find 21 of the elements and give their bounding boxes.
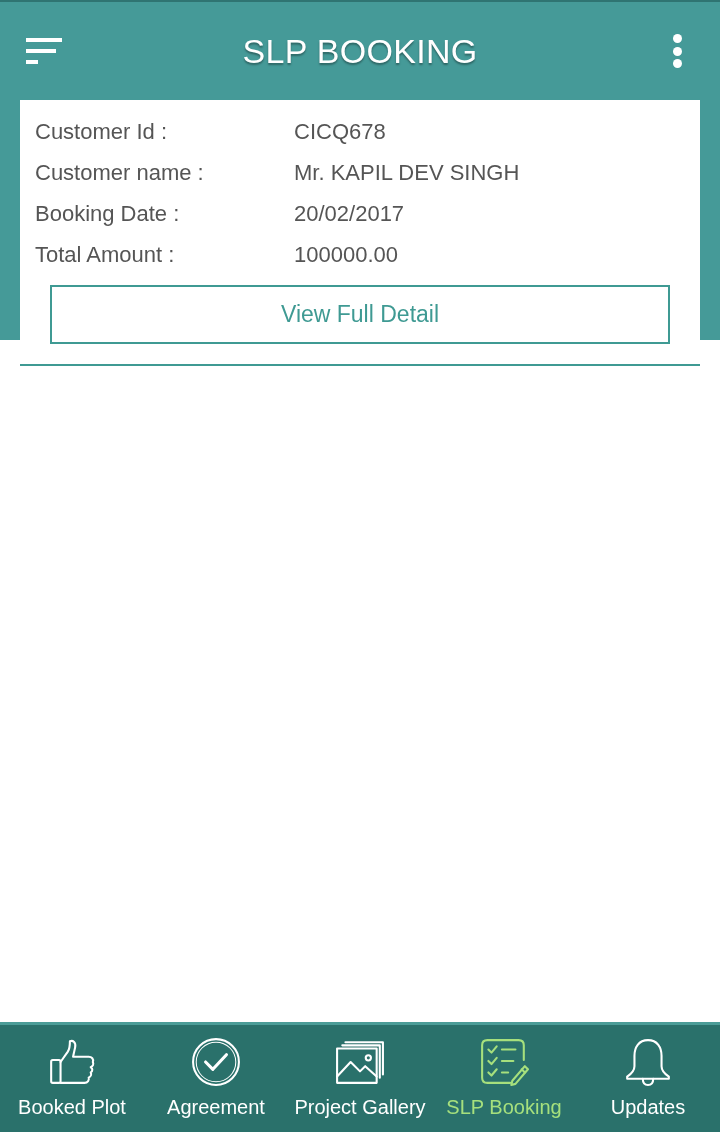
field-value: CICQ678 [294,118,386,146]
bell-icon [623,1037,673,1087]
screen-title: SLP BOOKING [242,34,478,68]
nav-tab[interactable]: Agreement [144,1025,288,1132]
field-label: Total Amount : [35,241,176,269]
field-label: Customer name : [35,159,205,187]
field-value: Mr. KAPIL DEV SINGH [294,159,520,187]
field-label: Customer Id : [35,118,169,146]
more-options-icon[interactable] [672,34,682,68]
view-full-detail-button[interactable]: View Full Detail [50,285,670,344]
thumbs-up-icon [47,1037,97,1087]
menu-icon[interactable] [26,38,62,64]
nav-tab[interactable]: Project Gallery [288,1025,432,1132]
field-label: Booking Date : [35,200,181,228]
nav-tab[interactable]: Updates [576,1025,720,1132]
field-value: 20/02/2017 [294,200,405,228]
nav-tab[interactable]: Booked Plot [0,1025,144,1132]
checklist-pencil-icon [479,1037,529,1087]
check-circle-icon [191,1037,241,1087]
nav-tab[interactable]: SLP Booking [432,1025,576,1132]
field-value: 100000.00 [294,241,398,269]
